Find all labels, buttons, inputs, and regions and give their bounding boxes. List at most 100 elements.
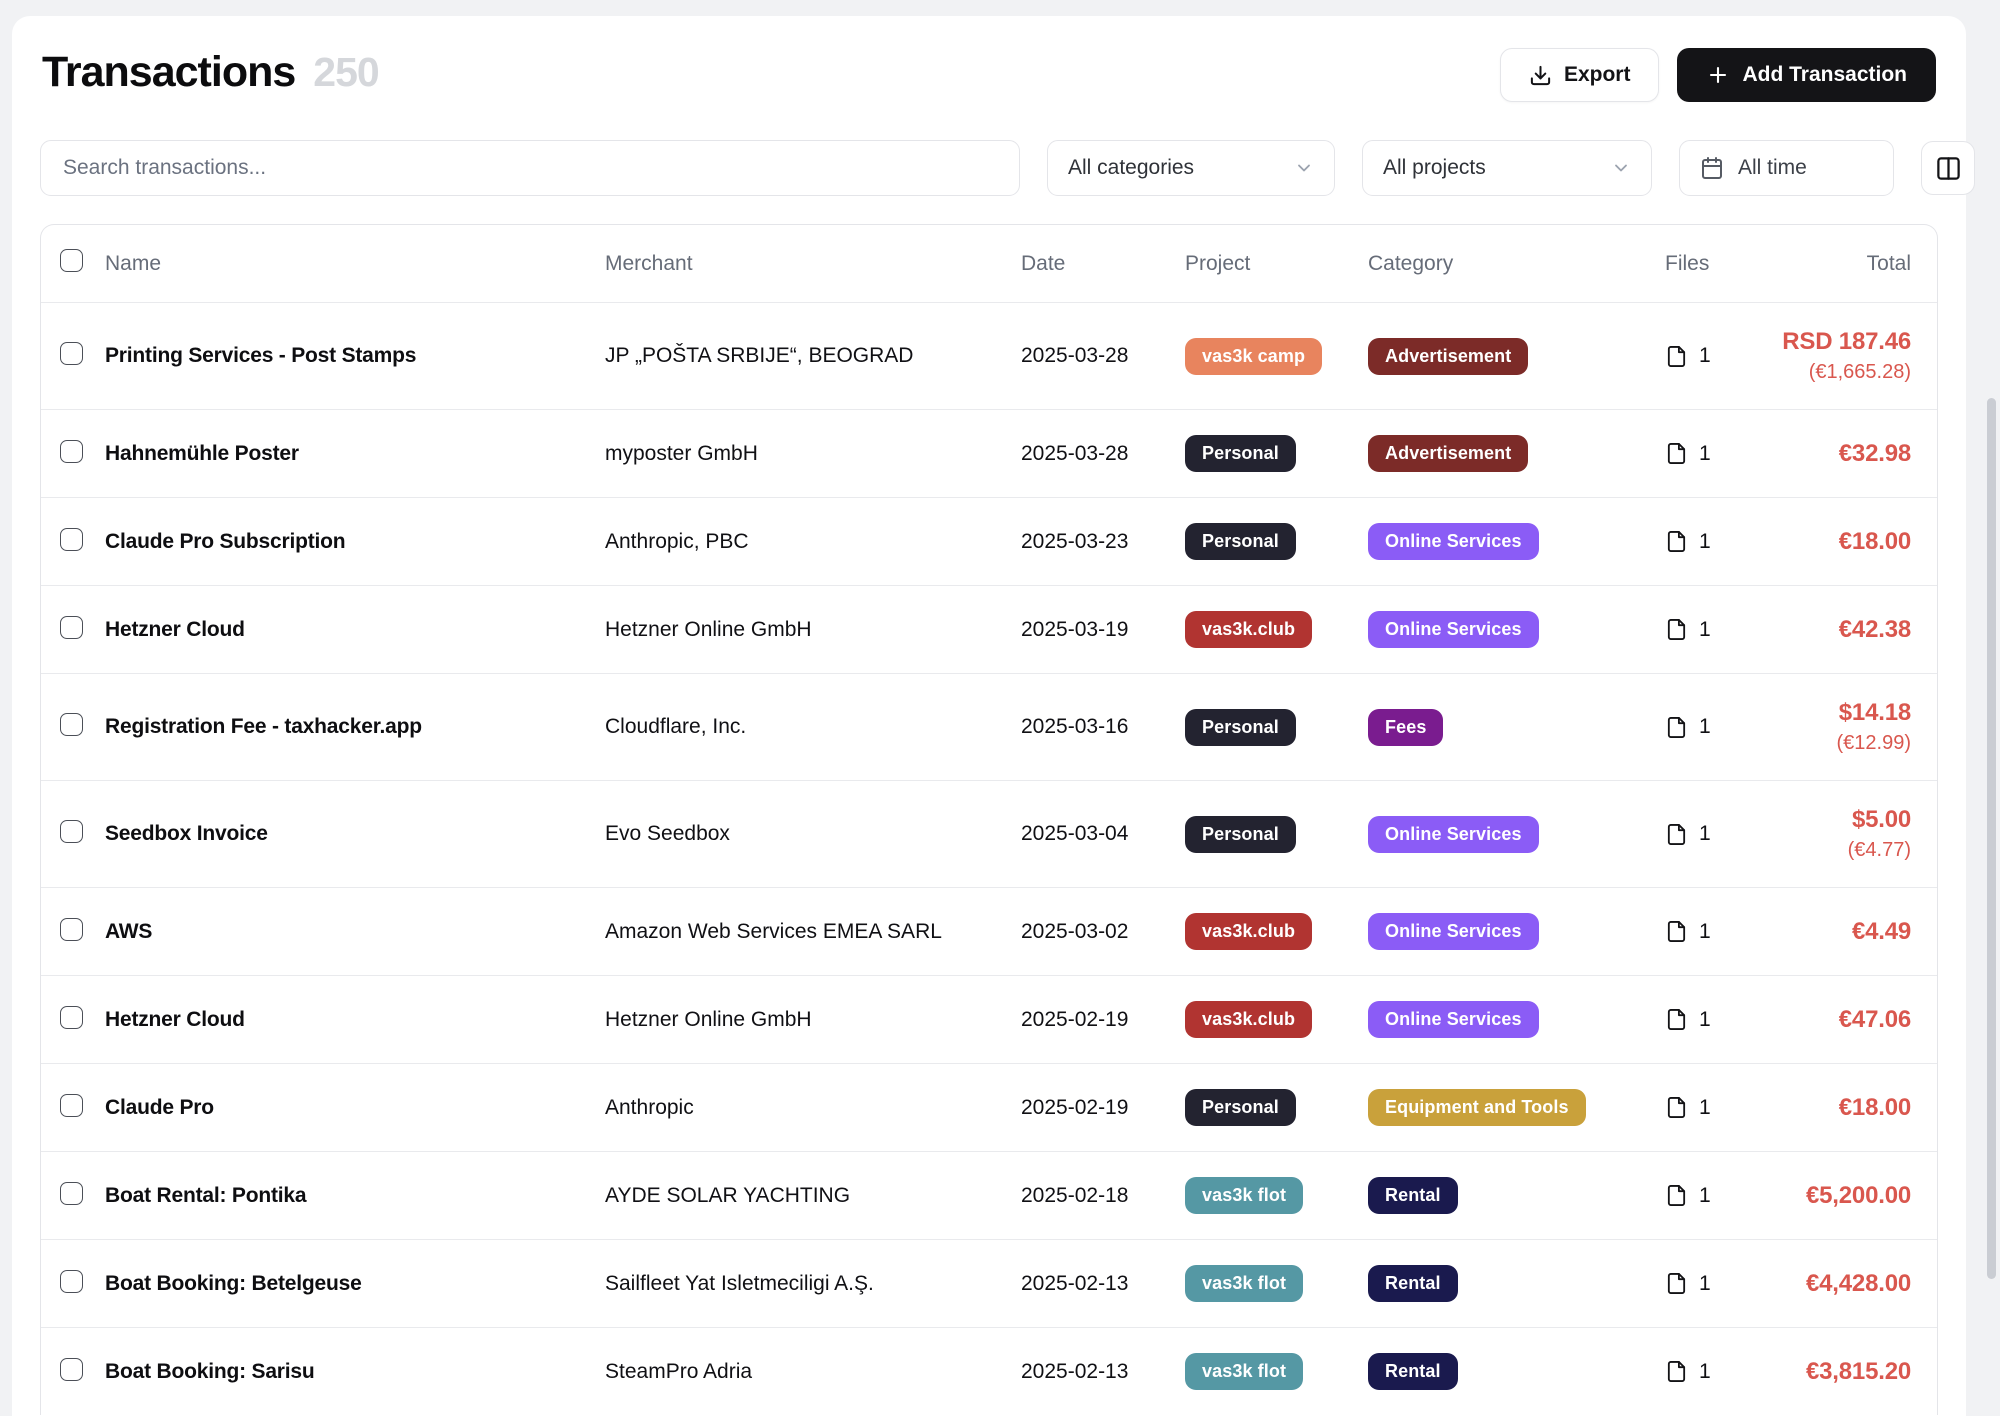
category-badge: Online Services	[1368, 816, 1539, 853]
transaction-total: $14.18	[1839, 699, 1911, 727]
transaction-files-cell: 1	[1625, 690, 1755, 764]
categories-select-value: All categories	[1068, 156, 1194, 180]
category-badge: Advertisement	[1368, 435, 1528, 472]
transaction-merchant: Amazon Web Services EMEA SARL	[605, 895, 1021, 969]
project-badge: Personal	[1185, 816, 1296, 853]
transaction-project-cell: vas3k flot	[1185, 1240, 1368, 1327]
transaction-date: 2025-03-04	[1021, 797, 1185, 871]
transaction-category-cell: Rental	[1368, 1240, 1625, 1327]
transaction-date: 2025-03-28	[1021, 319, 1185, 393]
transaction-project-cell: vas3k.club	[1185, 976, 1368, 1063]
categories-select[interactable]: All categories	[1047, 140, 1335, 196]
table-row[interactable]: Boat Rental: Pontika AYDE SOLAR YACHTING…	[41, 1151, 1937, 1239]
transaction-files-cell: 1	[1625, 505, 1755, 579]
transaction-date: 2025-03-23	[1021, 505, 1185, 579]
file-count: 1	[1699, 442, 1711, 466]
table-row[interactable]: Claude Pro Subscription Anthropic, PBC 2…	[41, 497, 1937, 585]
transaction-total: €5,200.00	[1806, 1182, 1911, 1210]
table-row[interactable]: Hetzner Cloud Hetzner Online GmbH 2025-0…	[41, 585, 1937, 673]
project-badge: vas3k flot	[1185, 1265, 1303, 1302]
file-icon	[1665, 920, 1688, 943]
transaction-files-cell: 1	[1625, 983, 1755, 1057]
row-checkbox[interactable]	[60, 342, 83, 365]
table-row[interactable]: Registration Fee - taxhacker.app Cloudfl…	[41, 673, 1937, 780]
transaction-files-cell: 1	[1625, 319, 1755, 393]
transaction-name: Boat Rental: Pontika	[105, 1159, 605, 1233]
file-count: 1	[1699, 715, 1711, 739]
transaction-files-cell: 1	[1625, 1159, 1755, 1233]
row-select-cell	[41, 688, 105, 766]
row-checkbox[interactable]	[60, 440, 83, 463]
file-count: 1	[1699, 1272, 1711, 1296]
transaction-total: $5.00	[1852, 806, 1911, 834]
transaction-total: RSD 187.46	[1782, 328, 1911, 356]
transaction-files-cell: 1	[1625, 1071, 1755, 1145]
file-icon	[1665, 1096, 1688, 1119]
row-checkbox[interactable]	[60, 1182, 83, 1205]
transaction-name: Hetzner Cloud	[105, 983, 605, 1057]
transaction-name: Boat Booking: Betelgeuse	[105, 1247, 605, 1321]
row-checkbox[interactable]	[60, 528, 83, 551]
transaction-total: €3,815.20	[1806, 1358, 1911, 1386]
content-card: Transactions 250 Export Add Transaction	[12, 16, 1966, 1416]
transaction-project-cell: Personal	[1185, 684, 1368, 771]
search-input[interactable]	[63, 156, 997, 180]
row-checkbox[interactable]	[60, 713, 83, 736]
transaction-total-cell: €18.00	[1755, 1069, 1911, 1147]
calendar-icon	[1700, 156, 1724, 180]
transaction-total: €47.06	[1839, 1006, 1911, 1034]
table-row[interactable]: Boat Booking: Betelgeuse Sailfleet Yat I…	[41, 1239, 1937, 1327]
transaction-date: 2025-02-19	[1021, 1071, 1185, 1145]
date-range-picker[interactable]: All time	[1679, 140, 1894, 196]
row-checkbox[interactable]	[60, 1094, 83, 1117]
export-button[interactable]: Export	[1500, 48, 1660, 102]
category-badge: Rental	[1368, 1353, 1458, 1390]
file-icon	[1665, 716, 1688, 739]
add-transaction-button-label: Add Transaction	[1742, 63, 1907, 87]
table-row[interactable]: Printing Services - Post Stamps JP „POŠT…	[41, 302, 1937, 409]
transaction-name: AWS	[105, 895, 605, 969]
scrollbar-thumb[interactable]	[1987, 398, 1996, 1279]
row-checkbox[interactable]	[60, 820, 83, 843]
transaction-total: €32.98	[1839, 440, 1911, 468]
search-box	[40, 140, 1020, 196]
file-count: 1	[1699, 1360, 1711, 1384]
transaction-project-cell: vas3k flot	[1185, 1328, 1368, 1415]
table-row[interactable]: Seedbox Invoice Evo Seedbox 2025-03-04 P…	[41, 780, 1937, 887]
transaction-files-cell: 1	[1625, 895, 1755, 969]
transaction-date: 2025-02-13	[1021, 1335, 1185, 1409]
transaction-total: €4,428.00	[1806, 1270, 1911, 1298]
file-icon	[1665, 1008, 1688, 1031]
transaction-project-cell: vas3k flot	[1185, 1152, 1368, 1239]
table-row[interactable]: AWS Amazon Web Services EMEA SARL 2025-0…	[41, 887, 1937, 975]
toggle-columns-button[interactable]	[1921, 141, 1975, 195]
row-checkbox[interactable]	[60, 616, 83, 639]
transaction-total-cell: €47.06	[1755, 981, 1911, 1059]
add-transaction-button[interactable]: Add Transaction	[1677, 48, 1936, 102]
row-checkbox[interactable]	[60, 1270, 83, 1293]
row-checkbox[interactable]	[60, 1358, 83, 1381]
file-count: 1	[1699, 1008, 1711, 1032]
table-row[interactable]: Claude Pro Anthropic 2025-02-19 Personal…	[41, 1063, 1937, 1151]
file-icon	[1665, 1184, 1688, 1207]
export-button-label: Export	[1564, 63, 1631, 87]
transaction-category-cell: Advertisement	[1368, 313, 1625, 400]
plus-icon	[1706, 63, 1730, 87]
transaction-name: Boat Booking: Sarisu	[105, 1335, 605, 1409]
transaction-merchant: AYDE SOLAR YACHTING	[605, 1159, 1021, 1233]
transaction-category-cell: Fees	[1368, 684, 1625, 771]
table-row[interactable]: Boat Booking: Sarisu SteamPro Adria 2025…	[41, 1327, 1937, 1415]
projects-select[interactable]: All projects	[1362, 140, 1652, 196]
transaction-date: 2025-03-16	[1021, 690, 1185, 764]
transaction-category-cell: Rental	[1368, 1328, 1625, 1415]
table-row[interactable]: Hetzner Cloud Hetzner Online GmbH 2025-0…	[41, 975, 1937, 1063]
transaction-merchant: Evo Seedbox	[605, 797, 1021, 871]
transaction-total-converted: (€12.99)	[1837, 732, 1912, 755]
chevron-down-icon	[1611, 158, 1631, 178]
transaction-total: €4.49	[1852, 918, 1911, 946]
transaction-merchant: Cloudflare, Inc.	[605, 690, 1021, 764]
row-checkbox[interactable]	[60, 918, 83, 941]
select-all-checkbox[interactable]	[60, 249, 83, 272]
row-checkbox[interactable]	[60, 1006, 83, 1029]
table-row[interactable]: Hahnemühle Poster myposter GmbH 2025-03-…	[41, 409, 1937, 497]
